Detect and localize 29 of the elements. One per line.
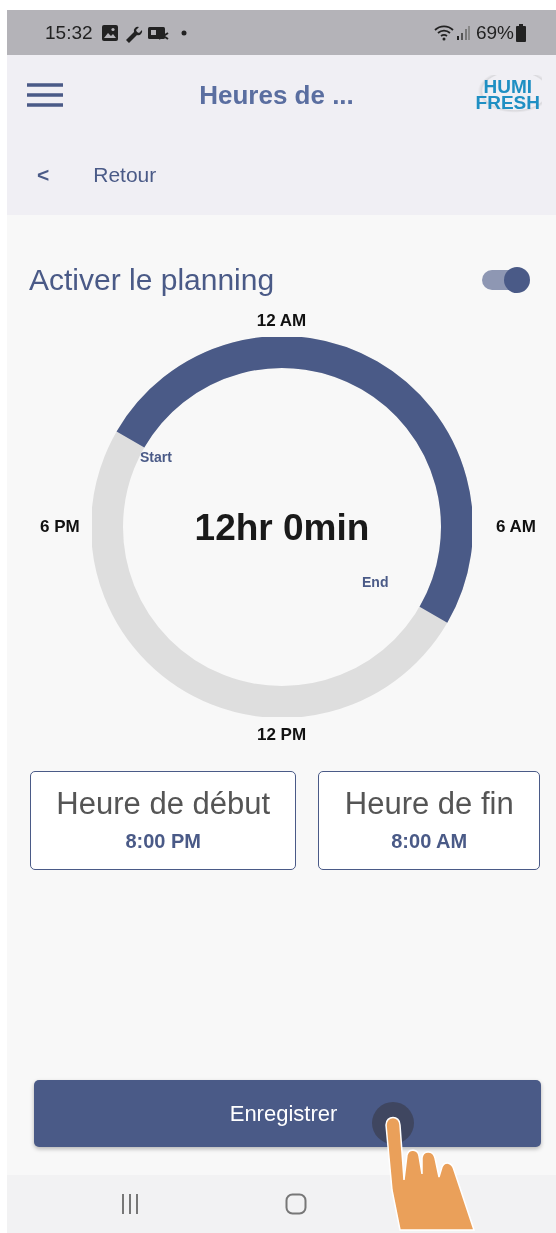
time-card-label: Heure de fin — [344, 786, 514, 822]
recent-apps-icon[interactable] — [120, 1193, 140, 1215]
time-card-value: 8:00 PM — [125, 830, 201, 853]
battery-percent: 69% — [475, 21, 514, 44]
image-icon — [100, 23, 119, 42]
time-card-value: 8:00 AM — [391, 830, 468, 853]
hour-label: 12 PM — [256, 725, 307, 745]
menu-icon[interactable] — [27, 82, 63, 108]
time-card-label: Heure de début — [56, 786, 271, 822]
hour-label: 12 AM — [256, 311, 307, 331]
start-label: Start — [139, 449, 172, 465]
time-card[interactable]: Heure de fin 8:00 AM — [318, 771, 540, 870]
duration-text: 12hr 0min — [194, 507, 369, 548]
end-label: End — [361, 574, 388, 590]
screen-title: Heures de ... — [199, 79, 354, 111]
wifi-icon — [433, 23, 454, 42]
hour-label: 6 PM — [40, 517, 80, 537]
clock-time: 15:32 — [45, 21, 93, 44]
battery-icon — [516, 23, 526, 42]
schedule-title: Activer le planning — [29, 263, 275, 297]
schedule-toggle[interactable] — [482, 270, 528, 290]
time-card[interactable]: Heure de début 8:00 PM — [30, 771, 297, 870]
hour-label: 6 AM — [496, 517, 536, 537]
save-button[interactable]: Enregistrer — [34, 1080, 541, 1147]
card-icon — [146, 24, 169, 41]
back-link[interactable]: < Retour — [37, 163, 157, 187]
dot-icon — [180, 29, 187, 36]
home-icon[interactable] — [285, 1193, 307, 1215]
signal-icon — [455, 24, 470, 41]
